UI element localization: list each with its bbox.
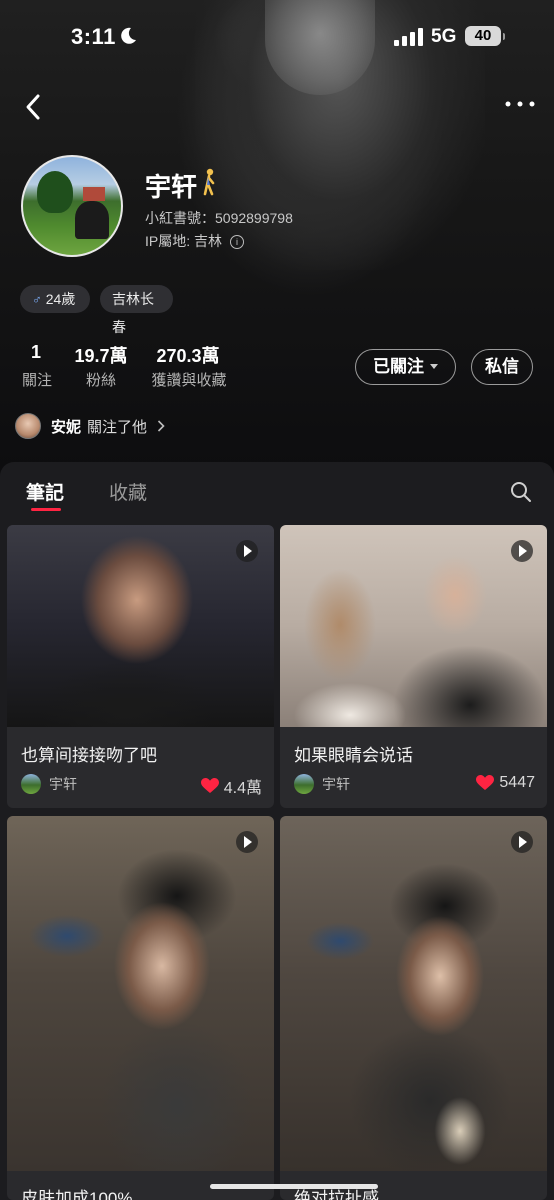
following-button[interactable]: 已關注	[355, 349, 456, 385]
follower-name: 安妮	[51, 418, 82, 436]
moon-icon	[121, 27, 136, 44]
followers-label[interactable]: 粉絲	[84, 369, 118, 390]
following-label[interactable]: 關注	[21, 369, 53, 390]
heart-icon	[476, 775, 495, 790]
walking-person-icon	[203, 168, 215, 196]
ip-location-text: IP屬地: 吉林	[145, 233, 223, 249]
message-button[interactable]: 私信	[471, 349, 533, 385]
battery-icon: 40	[465, 26, 505, 46]
note-thumbnail	[7, 525, 274, 727]
heart-icon	[200, 778, 219, 793]
note-card[interactable]: 如果眼睛会说话 宇轩 5447	[280, 525, 547, 808]
network-type: 5G	[431, 26, 457, 47]
status-time: 3:11	[71, 24, 116, 49]
note-thumbnail	[280, 525, 547, 727]
back-arrow-icon[interactable]	[22, 92, 46, 122]
note-likes[interactable]: 5447	[476, 774, 535, 792]
follower-avatar	[15, 413, 41, 439]
caret-down-icon	[430, 364, 438, 369]
tab-notes[interactable]: 筆記	[26, 478, 64, 505]
profile-ip-location: IP屬地: 吉林 i	[145, 231, 245, 251]
note-card[interactable]: 也算间接接吻了吧 宇轩 4.4萬	[7, 525, 274, 808]
followers-count[interactable]: 19.7萬	[72, 342, 130, 368]
note-title: 如果眼睛会说话	[294, 746, 413, 765]
active-tab-indicator	[31, 508, 61, 511]
info-icon[interactable]: i	[230, 235, 245, 249]
likes-collections-label[interactable]: 獲讚與收藏	[149, 369, 229, 390]
chevron-right-icon	[157, 420, 165, 432]
video-play-icon	[236, 831, 258, 853]
age-tag: ♂ 24歲	[20, 285, 90, 313]
note-author[interactable]: 宇轩	[21, 774, 77, 794]
author-avatar	[294, 774, 314, 794]
profile-avatar[interactable]	[21, 155, 123, 257]
author-avatar	[21, 774, 41, 794]
status-bar: 3:11 5G 40	[0, 0, 554, 76]
tab-collections[interactable]: 收藏	[109, 478, 147, 505]
note-thumbnail	[7, 816, 274, 1171]
more-options-icon[interactable]	[503, 94, 537, 114]
note-title: 皮肤加成100%	[21, 1189, 133, 1200]
note-author[interactable]: 宇轩	[294, 774, 350, 794]
note-likes[interactable]: 4.4萬	[200, 774, 262, 798]
video-play-icon	[511, 540, 533, 562]
note-thumbnail	[280, 816, 547, 1171]
likes-collections-count[interactable]: 270.3萬	[152, 342, 224, 368]
follower-action-text: 關注了他	[87, 418, 148, 436]
signal-icon	[394, 28, 424, 46]
note-title: 也算间接接吻了吧	[21, 746, 157, 765]
home-indicator[interactable]	[210, 1184, 378, 1189]
video-play-icon	[511, 831, 533, 853]
profile-id: 小紅書號：5092899798	[145, 210, 293, 226]
profile-name: 宇轩	[145, 172, 198, 202]
followed-by-hint[interactable]: 安妮 關注了他	[15, 413, 165, 439]
video-play-icon	[236, 540, 258, 562]
male-icon: ♂	[32, 292, 42, 307]
search-icon[interactable]	[509, 480, 533, 504]
location-tag: 吉林长春	[100, 285, 173, 335]
note-card[interactable]: 皮肤加成100%	[7, 816, 274, 1200]
following-count[interactable]: 1	[22, 342, 50, 363]
note-card[interactable]: 绝对拉扯感	[280, 816, 547, 1200]
